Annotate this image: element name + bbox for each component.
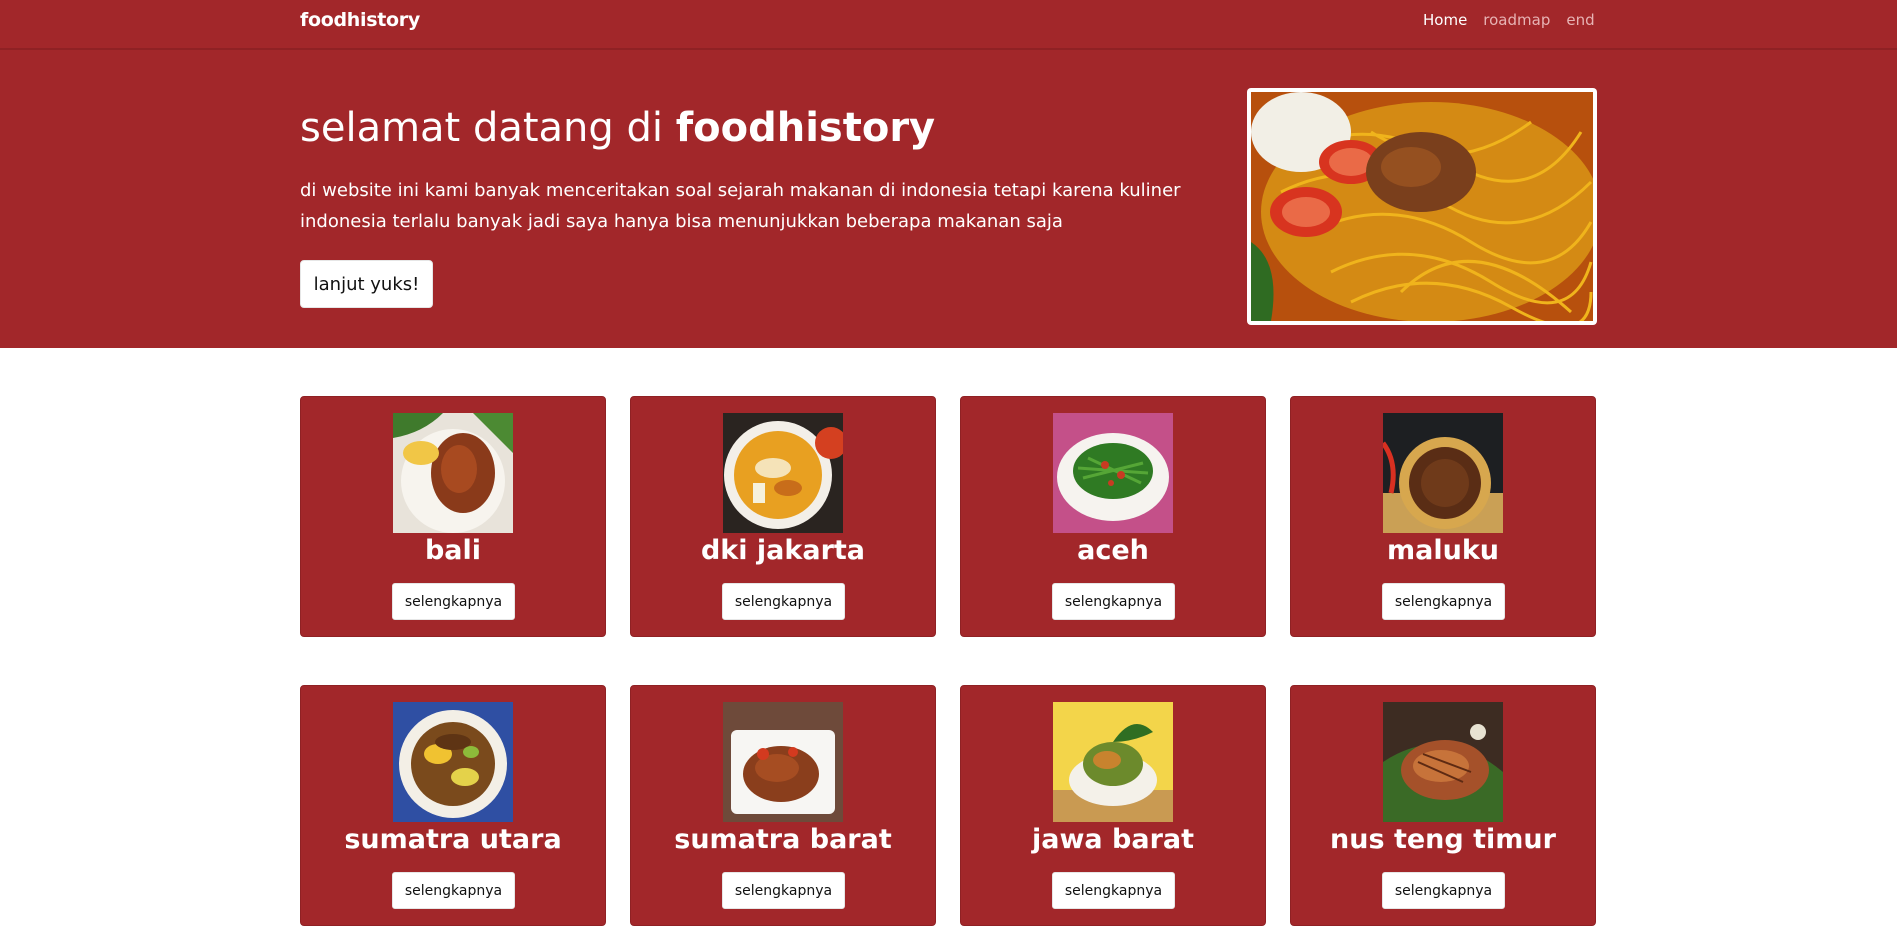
read-more-button[interactable]: selengkapnya [1052,872,1175,909]
brand-logo[interactable]: foodhistory [300,9,420,31]
nav-link-end[interactable]: end [1566,11,1594,29]
hero-description: di website ini kami banyak menceritakan … [300,180,1181,232]
card-sumatra-utara: sumatra utara selengkapnya [300,685,606,926]
card-bali: bali selengkapnya [300,396,606,637]
card-nus-teng-timur: nus teng timur selengkapnya [1290,685,1596,926]
card-title: sumatra utara [344,824,562,855]
card-maluku: maluku selengkapnya [1290,396,1596,637]
card-sumatra-barat: sumatra barat selengkapnya [630,685,936,926]
read-more-button[interactable]: selengkapnya [1052,583,1175,620]
card-title: sumatra barat [674,824,892,855]
card-title: bali [424,535,482,566]
hero-title-prefix: selamat datang di [300,105,676,151]
nav-link-home[interactable]: Home [1423,11,1467,29]
hero-title: selamat datang di foodhistory [300,105,935,151]
nav-links: Home roadmap end [1423,11,1595,29]
card-title: jawa barat [1031,824,1195,855]
sumatra-barat-food-image [723,702,843,822]
card-dki-jakarta: dki jakarta selengkapnya [630,396,936,637]
hero-section: selamat datang di foodhistory di website… [0,50,1897,348]
card-title: nus teng timur [1330,824,1556,855]
read-more-button[interactable]: selengkapnya [1382,583,1505,620]
read-more-button[interactable]: selengkapnya [392,583,515,620]
read-more-button[interactable]: selengkapnya [392,872,515,909]
maluku-food-image [1383,413,1503,533]
read-more-button[interactable]: selengkapnya [722,583,845,620]
hero-food-image [1247,88,1597,325]
aceh-food-image [1053,413,1173,533]
hero-title-brand: foodhistory [675,105,936,151]
sumatra-utara-food-image [393,702,513,822]
read-more-button[interactable]: selengkapnya [1382,872,1505,909]
read-more-button[interactable]: selengkapnya [722,872,845,909]
nus-teng-timur-food-image [1383,702,1503,822]
nav-link-roadmap[interactable]: roadmap [1483,11,1550,29]
navbar: foodhistory Home roadmap end [0,0,1897,50]
card-jawa-barat: jawa barat selengkapnya [960,685,1266,926]
card-title: aceh [1077,535,1149,566]
card-title: maluku [1386,535,1499,566]
dki-jakarta-food-image [723,413,843,533]
card-title: dki jakarta [700,535,866,566]
jawa-barat-food-image [1053,702,1173,822]
bali-food-image [393,413,513,533]
card-aceh: aceh selengkapnya [960,396,1266,637]
continue-button[interactable]: lanjut yuks! [300,260,433,308]
